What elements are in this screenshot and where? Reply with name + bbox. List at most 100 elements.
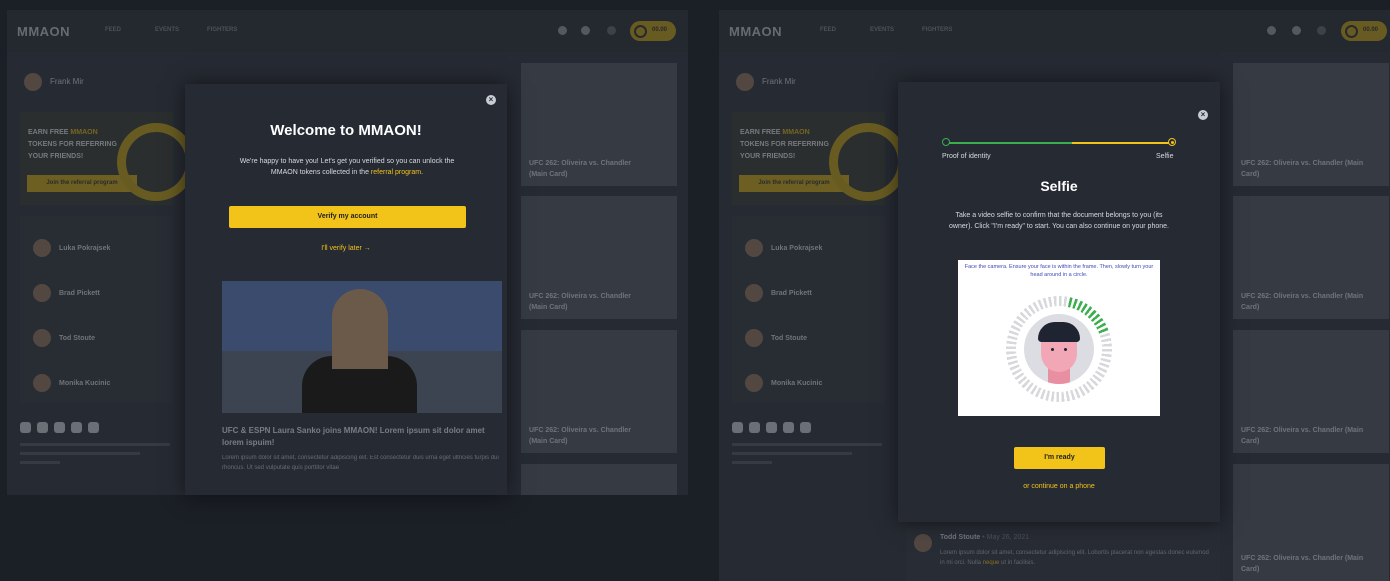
social-links (732, 420, 817, 438)
top-bar: MMAON FEED EVENTS FIGHTERS 00.00 (719, 10, 1390, 52)
arrow-right-icon: → (363, 245, 371, 252)
current-user[interactable]: Frank Mir (736, 73, 796, 91)
profile-icon[interactable] (558, 26, 567, 35)
media-card[interactable]: UFC 262: Oliveira vs. Chandler (Main Car… (521, 63, 677, 186)
top-bar: MMAON FEED EVENTS FIGHTERS 00.00 (7, 10, 688, 52)
referral-text: EARN FREE MMAON TOKENS FOR REFERRING YOU… (28, 129, 117, 160)
settings-icon[interactable] (581, 26, 590, 35)
avatar (745, 239, 763, 257)
close-icon[interactable]: × (486, 95, 496, 105)
friend-item[interactable]: Brad Pickett (745, 284, 812, 302)
friends-list: Luka Pokrajsek Brad Pickett Tod Stoute M… (20, 216, 173, 403)
modal-description: We're happy to have you! Let's get you v… (239, 158, 455, 176)
comment-author[interactable]: Todd Stoute • May 26, 2021 (940, 534, 1029, 541)
nav-fighters[interactable]: FIGHTERS (207, 27, 237, 33)
token-icon (634, 25, 647, 38)
avatar (745, 329, 763, 347)
nav-feed[interactable]: FEED (105, 27, 121, 33)
modal-title: Welcome to MMAON! (270, 122, 422, 139)
referral-banner: EARN FREE MMAON TOKENS FOR REFERRING YOU… (732, 112, 907, 205)
nav-events[interactable]: EVENTS (155, 27, 179, 33)
camera-hint: Face the camera. Ensure your face is wit… (964, 264, 1154, 278)
user-name: Frank Mir (50, 77, 84, 87)
wallet-balance: 00.00 (1362, 27, 1378, 33)
camera-preview: Face the camera. Ensure your face is wit… (958, 260, 1160, 416)
step-proof-of-identity: Proof of identity (942, 153, 991, 160)
settings-icon[interactable] (1292, 26, 1301, 35)
instagram-icon[interactable] (732, 422, 743, 433)
user-name: Frank Mir (762, 77, 796, 87)
media-card-title: UFC 262: Oliveira vs. Chandler (Main Car… (1241, 160, 1364, 178)
media-card-title: UFC 262: Oliveira vs. Chandler (Main Car… (529, 427, 631, 445)
twitter-icon[interactable] (766, 422, 777, 433)
nav-fighters[interactable]: FIGHTERS (922, 27, 952, 33)
verify-account-button[interactable]: Verify my account (229, 206, 466, 228)
continue-on-phone-link[interactable]: or continue on a phone (898, 483, 1220, 490)
im-ready-button[interactable]: I'm ready (1014, 447, 1105, 469)
step-selfie: Selfie (1156, 153, 1174, 160)
referral-decoration (829, 123, 907, 201)
media-card-title: UFC 262: Oliveira vs. Chandler (Main Car… (1241, 427, 1364, 445)
twitter-icon[interactable] (54, 422, 65, 433)
referral-text: EARN FREE MMAON TOKENS FOR REFERRING YOU… (740, 129, 829, 160)
media-card[interactable]: UFC 262: Oliveira vs. Chandler (Main Car… (521, 196, 677, 319)
media-card-title: UFC 262: Oliveira vs. Chandler (Main Car… (1241, 555, 1364, 573)
friends-list: Luka Pokrajsek Brad Pickett Tod Stoute M… (732, 216, 885, 403)
wallet-button[interactable]: 00.00 (1341, 21, 1387, 41)
avatar (33, 329, 51, 347)
comment-link[interactable]: neque (983, 560, 1000, 566)
facebook-icon[interactable] (37, 422, 48, 433)
news-title[interactable]: UFC & ESPN Laura Sanko joins MMAON! Lore… (222, 425, 502, 449)
telegram-icon[interactable] (783, 422, 794, 433)
media-card[interactable]: UFC 262: Oliveira vs. Chandler (Main Car… (1233, 464, 1389, 581)
close-icon[interactable]: × (1198, 110, 1208, 120)
avatar (914, 534, 932, 552)
instagram-icon[interactable] (20, 422, 31, 433)
friend-item[interactable]: Brad Pickett (33, 284, 100, 302)
face-scan-ring (1006, 296, 1112, 402)
comment-card: Todd Stoute • May 26, 2021 Lorem ipsum d… (906, 526, 1220, 581)
avatar (745, 374, 763, 392)
media-card[interactable]: UFC 262: Oliveira vs. Chandler (Main Car… (1233, 330, 1389, 453)
referral-program-link[interactable]: referral program (371, 169, 421, 176)
profile-icon[interactable] (1267, 26, 1276, 35)
friend-item[interactable]: Luka Pokrajsek (33, 239, 110, 257)
media-card[interactable] (521, 464, 677, 495)
notification-icon[interactable] (607, 26, 616, 35)
welcome-modal: × Welcome to MMAON! We're happy to have … (185, 84, 507, 495)
media-card[interactable]: UFC 262: Oliveira vs. Chandler (Main Car… (521, 330, 677, 453)
verify-later-link[interactable]: I'll verify later → (185, 245, 507, 252)
selfie-modal: × Proof of identity Selfie Selfie Take a… (898, 82, 1220, 522)
progress-complete (946, 142, 1072, 144)
logo[interactable]: MMAON (17, 24, 70, 39)
friend-item[interactable]: Monika Kucinic (33, 374, 110, 392)
referral-decoration (117, 123, 195, 201)
modal-description: Take a video selfie to confirm that the … (949, 212, 1169, 230)
footer-links (20, 443, 170, 470)
media-card[interactable]: UFC 262: Oliveira vs. Chandler (Main Car… (1233, 196, 1389, 319)
referral-banner: EARN FREE MMAON TOKENS FOR REFERRING YOU… (20, 112, 195, 205)
logo[interactable]: MMAON (729, 24, 782, 39)
notification-icon[interactable] (1317, 26, 1326, 35)
wallet-button[interactable]: 00.00 (630, 21, 676, 41)
media-card[interactable]: UFC 262: Oliveira vs. Chandler (Main Car… (1233, 63, 1389, 186)
linkedin-icon[interactable] (88, 422, 99, 433)
linkedin-icon[interactable] (800, 422, 811, 433)
comment-date: • May 26, 2021 (982, 534, 1030, 541)
avatar (33, 239, 51, 257)
facebook-icon[interactable] (749, 422, 760, 433)
friend-item[interactable]: Tod Stoute (33, 329, 95, 347)
telegram-icon[interactable] (71, 422, 82, 433)
friend-item[interactable]: Monika Kucinic (745, 374, 822, 392)
friend-item[interactable]: Luka Pokrajsek (745, 239, 822, 257)
current-user[interactable]: Frank Mir (24, 73, 84, 91)
friend-item[interactable]: Tod Stoute (745, 329, 807, 347)
media-card-title: UFC 262: Oliveira vs. Chandler (Main Car… (529, 160, 631, 178)
news-image[interactable] (222, 281, 502, 413)
nav-feed[interactable]: FEED (820, 27, 836, 33)
step-done-icon (942, 138, 950, 146)
media-card-title: UFC 262: Oliveira vs. Chandler (Main Car… (1241, 293, 1364, 311)
footer-links (732, 443, 882, 470)
nav-events[interactable]: EVENTS (870, 27, 894, 33)
avatar (33, 284, 51, 302)
